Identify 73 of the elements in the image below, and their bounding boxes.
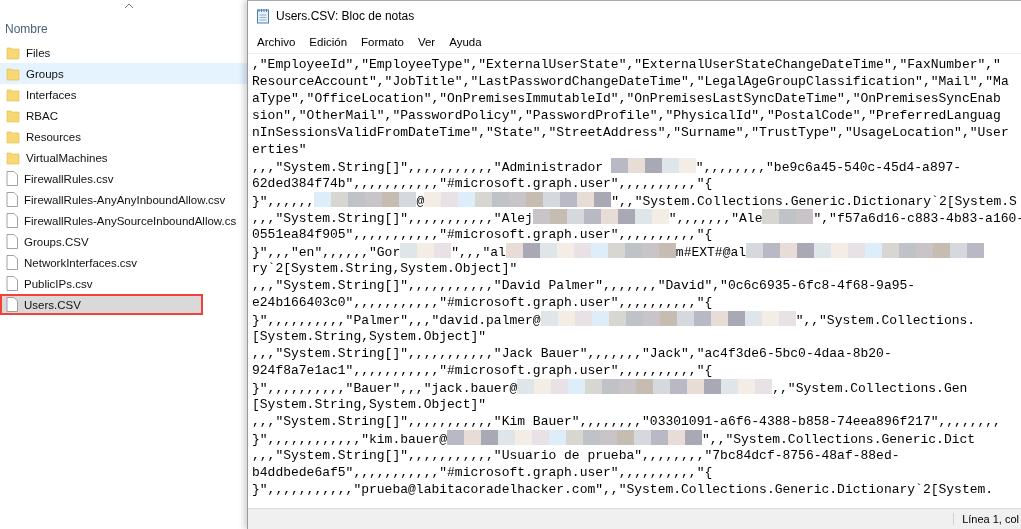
menu-item[interactable]: Archivo bbox=[250, 34, 303, 50]
file-list-item[interactable]: NetworkInterfaces.csv bbox=[0, 252, 247, 273]
csv-text: [System.String,System.Object]" bbox=[252, 397, 487, 412]
menu-item[interactable]: Formato bbox=[354, 34, 411, 50]
csv-text: ResourceAccount","JobTitle","LastPasswordChangeDateTime","LegalAgeGroupClassification","Mail","Ma bbox=[252, 74, 1009, 89]
csv-text: }",,,"en",,,,,,"Gor bbox=[252, 245, 401, 260]
csv-text: @ bbox=[416, 194, 425, 209]
file-icon bbox=[6, 171, 18, 186]
csv-text: aType","OfficeLocation","OnPremisesImmutableId","OnPremisesLastSyncDateTime","OnPremisesSyncEnab bbox=[252, 91, 1001, 106]
csv-text: }",,,,,,,,,,,,"kim.bauer@ bbox=[252, 432, 448, 447]
csv-text: ,,,"System.String[]",,,,,,,,,,,"Usuario de prueba",,,,,,,,"7bc84dcf-8756-48af-88ed- bbox=[252, 448, 900, 463]
csv-text: sion","OtherMail","PasswordPolicy","PasswordProfile","PhysicalId","PostalCode","PreferredLanguag bbox=[252, 108, 1001, 123]
folder-icon bbox=[6, 150, 20, 165]
pixelated-redaction bbox=[762, 209, 814, 224]
csv-text: ,,,"System.String[]",,,,,,,,,,,"Jack Bauer",,,,,,,"Jack","ac4f3de6-5bc0-4daa-8b20- bbox=[252, 346, 892, 361]
file-icon bbox=[6, 276, 18, 291]
csv-text: m#EXT#@al bbox=[675, 245, 747, 260]
file-list-item[interactable]: FirewallRules-AnyAnyInboundAllow.csv bbox=[0, 189, 247, 210]
file-list-item[interactable]: VirtualMachines bbox=[0, 147, 247, 168]
csv-text: }",,,,,,,,,,"Bauer",,,"jack.bauer@ bbox=[252, 381, 518, 396]
csv-text: 62ded384f74b",,,,,,,,,,,"#microsoft.graph.user",,,,,,,,,,"{ bbox=[252, 176, 713, 191]
file-icon bbox=[6, 234, 18, 249]
file-list-item[interactable]: Files bbox=[0, 42, 247, 63]
menu-item[interactable]: Ver bbox=[410, 34, 443, 50]
file-list-item[interactable]: FirewallRules.csv bbox=[0, 168, 247, 189]
csv-text: ",,,,,,,"Ale bbox=[668, 211, 763, 226]
folder-icon bbox=[6, 129, 20, 144]
csv-text: ,,,"System.String[]",,,,,,,,,,,"Administrador bbox=[252, 160, 605, 175]
file-list-item[interactable]: Groups bbox=[0, 63, 247, 84]
folder-icon bbox=[6, 87, 20, 102]
csv-text: ",,,,,,,,"be9c6a45-540c-45d4-a897- bbox=[695, 160, 962, 175]
csv-text: [System.String,System.Object]" bbox=[252, 329, 487, 344]
csv-text: b4ddbede6af5",,,,,,,,,,,"#microsoft.graph.user",,,,,,,,,,"{ bbox=[252, 465, 713, 480]
file-list-item[interactable]: Groups.CSV bbox=[0, 231, 247, 252]
csv-text: 924f8a7e1ac1",,,,,,,,,,,"#microsoft.graph.user",,,,,,,,,,"{ bbox=[252, 363, 713, 378]
status-text: Línea 1, col bbox=[953, 513, 1021, 525]
notepad-icon bbox=[256, 8, 270, 24]
csv-text: 0551ea84f905",,,,,,,,,,,"#microsoft.graph.user",,,,,,,,,,"{ bbox=[252, 227, 713, 242]
file-list-item[interactable]: RBAC bbox=[0, 105, 247, 126]
csv-text: erties" bbox=[252, 142, 307, 157]
file-list-item[interactable]: PublicIPs.csv bbox=[0, 273, 247, 294]
file-icon bbox=[6, 213, 18, 228]
pixelated-redaction bbox=[400, 243, 452, 258]
csv-text: ",,,"al bbox=[451, 245, 506, 260]
menu-item[interactable]: Edición bbox=[302, 34, 355, 50]
csv-text: ",,"System.Collections.Generic.Dict bbox=[702, 432, 976, 447]
csv-text: ",,"System.Collections.Generic.Dictionary`2[System.S bbox=[611, 194, 1017, 209]
csv-text: ,"EmployeeId","EmployeeType","ExternalUserState","ExternalUserStateChangeDateTime","FaxNumber"," bbox=[252, 57, 1001, 72]
file-list-item[interactable]: Resources bbox=[0, 126, 247, 147]
file-icon bbox=[6, 192, 18, 207]
file-list-item[interactable]: FirewallRules-AnySourceInboundAllow.cs bbox=[0, 210, 247, 231]
file-icon bbox=[6, 255, 18, 270]
column-header[interactable]: Nombre bbox=[5, 22, 48, 36]
csv-text: }",,,,,, bbox=[252, 194, 315, 209]
window-title: Users.CSV: Bloc de notas bbox=[276, 9, 415, 23]
csv-text: ",,"System.Collections. bbox=[795, 313, 976, 328]
csv-text: }",,,,,,,,,,"Palmer",,,"david.palmer@ bbox=[252, 313, 541, 328]
csv-text: ,,"System.Collections.Gen bbox=[772, 381, 968, 396]
csv-text: }",,,,,,,,,,,"prueba@labitacoradelhacker.com",,"System.Collections.Generic.Dictionary`2[System. bbox=[252, 482, 994, 497]
csv-text: e24b166403c0",,,,,,,,,,,"#microsoft.graph.user",,,,,,,,,,"{ bbox=[252, 295, 713, 310]
csv-text: ry`2[System.String,System.Object]" bbox=[252, 261, 518, 276]
csv-text: ,,,"System.String[]",,,,,,,,,,,"Alej bbox=[252, 211, 533, 226]
file-icon bbox=[6, 297, 18, 312]
file-list-item[interactable]: Interfaces bbox=[0, 84, 247, 105]
csv-text: nInSessionsValidFromDateTime","State","StreetAddress","Surname","TrustType","UsageLocation","User bbox=[252, 125, 1009, 140]
folder-icon bbox=[6, 45, 20, 60]
folder-icon bbox=[6, 66, 20, 81]
menu-item[interactable]: Ayuda bbox=[442, 34, 489, 50]
file-list-item[interactable]: Users.CSV bbox=[0, 294, 203, 315]
csv-text: ,,,"System.String[]",,,,,,,,,,,"Kim Bauer",,,,,,,,"03301091-a6f6-4388-b858-74eea896f217",,,,,,,, bbox=[252, 414, 1001, 429]
folder-icon bbox=[6, 108, 20, 123]
csv-text: ,,,"System.String[]",,,,,,,,,,,"David Palmer",,,,,,,"David","0c6c6935-6fc8-4f68-9a95- bbox=[252, 278, 916, 293]
sort-caret-icon bbox=[124, 3, 134, 9]
